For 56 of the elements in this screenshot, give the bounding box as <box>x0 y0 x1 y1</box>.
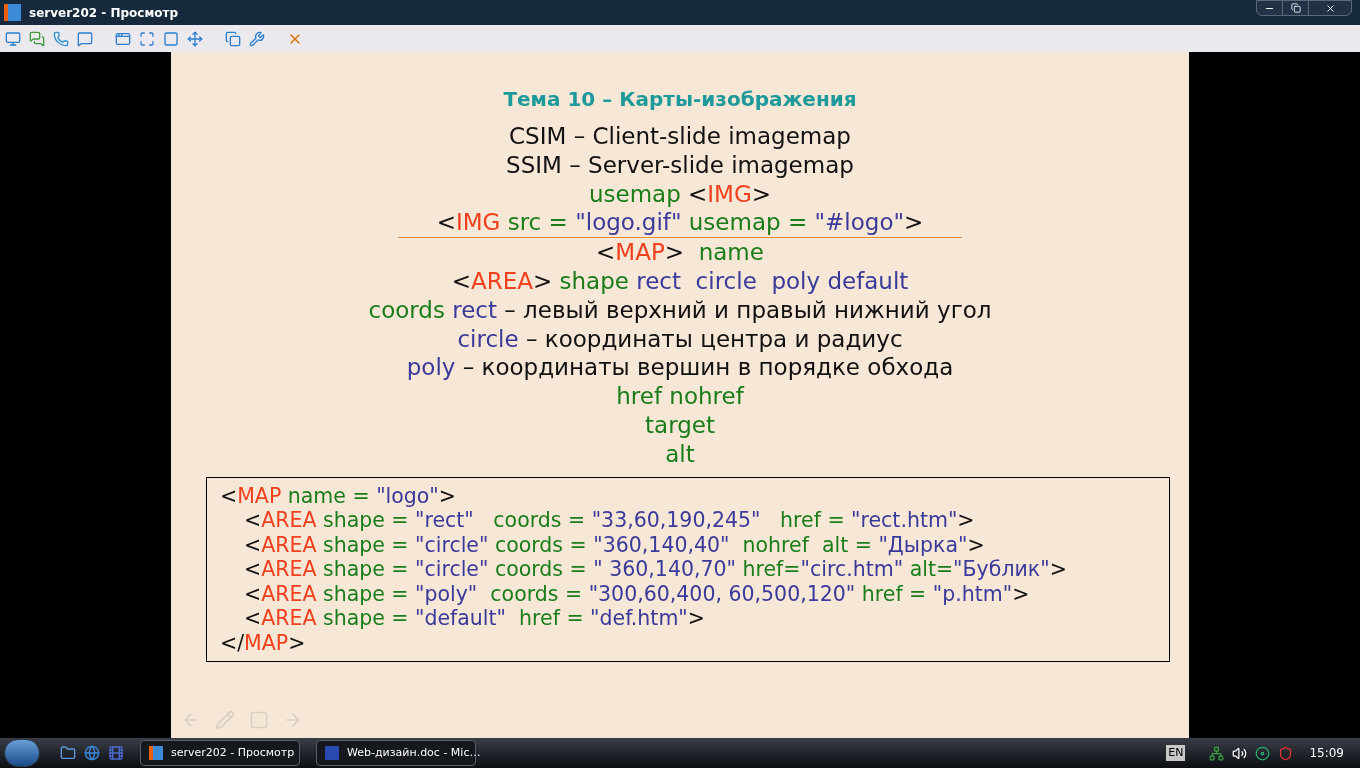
folder-icon[interactable] <box>60 745 76 761</box>
slide-line: alt <box>665 439 695 469</box>
shield-icon[interactable] <box>1278 745 1294 761</box>
app-icon <box>149 746 163 760</box>
slide-line: coords rect – левый верхний и правый нижний угол <box>368 295 992 325</box>
monitor-icon <box>5 30 21 47</box>
code-line: <AREA shape = "circle" coords = "360,140,40" nohref alt = "Дырка"> <box>244 532 985 558</box>
monitor-button[interactable] <box>4 29 22 48</box>
close-icon <box>1324 2 1336 14</box>
fit-screen-button[interactable] <box>138 29 156 48</box>
clock: 15:09 <box>1309 745 1344 762</box>
speech-bubble-button[interactable] <box>76 29 94 48</box>
slide-line: circle – координаты центра и радиус <box>457 324 903 354</box>
speech-bubble-icon <box>77 30 93 47</box>
slide-line: <AREA> shape rect circle poly default <box>451 267 909 296</box>
windows-icon <box>225 30 241 47</box>
window-title: server202 - Просмотр <box>29 4 179 22</box>
expand-button[interactable] <box>186 29 204 48</box>
windows-button[interactable] <box>224 29 242 48</box>
code-line: </MAP> <box>220 630 306 656</box>
slide-line: <IMG src = "logo.gif" usemap = "#logo"> <box>436 208 924 238</box>
code-line: <MAP name = "logo"> <box>220 483 456 509</box>
restore-icon <box>1290 3 1301 13</box>
slide-line: CSIM – Client-slide imagemap <box>509 122 851 151</box>
document-icon <box>325 746 339 760</box>
slide-line: <MAP> name <box>596 238 764 267</box>
chat-icon <box>29 30 45 47</box>
media-icon[interactable] <box>108 745 124 761</box>
square-button[interactable] <box>162 29 180 48</box>
volume-icon[interactable] <box>1232 745 1248 761</box>
fit-screen-icon <box>139 30 155 47</box>
slide-line: usemap <IMG> <box>588 179 772 209</box>
window-icon <box>115 30 131 47</box>
start-button[interactable] <box>4 739 40 767</box>
phone-button[interactable] <box>52 29 70 48</box>
app-icon <box>4 4 21 21</box>
code-line: <AREA shape = "rect" coords = "33,60,190,245" href = "rect.htm"> <box>244 508 975 533</box>
expand-icon <box>187 30 203 47</box>
tools-button[interactable] <box>248 29 266 48</box>
chat-button[interactable] <box>28 29 46 48</box>
phone-icon <box>53 30 69 47</box>
code-line: <AREA shape = "default" href = "def.htm"> <box>244 606 705 631</box>
code-line: <AREA shape = "poly" coords = "300,60,400, 60,500,120" href = "p.htm"> <box>244 581 1030 607</box>
square-icon <box>163 30 179 47</box>
slide-line: SSIM – Server-slide imagemap <box>506 150 854 180</box>
disc-icon[interactable] <box>1255 745 1271 761</box>
taskbar-button[interactable]: server202 - Просмотр <box>140 740 300 766</box>
tools-icon <box>249 30 265 47</box>
code-line: <AREA shape = "circle" coords = " 360,140,70" href="circ.htm" alt="Бублик"> <box>244 557 1067 582</box>
slide-line: href nohref <box>616 382 744 411</box>
slide-title: Тема 10 – Карты-изображения <box>503 86 857 113</box>
browser-icon[interactable] <box>84 745 100 761</box>
slide-line: poly – координаты вершин в порядке обхода <box>406 353 954 383</box>
network-icon[interactable] <box>1209 745 1225 761</box>
slide-line: target <box>645 410 715 440</box>
language-indicator[interactable]: EN <box>1166 744 1186 762</box>
